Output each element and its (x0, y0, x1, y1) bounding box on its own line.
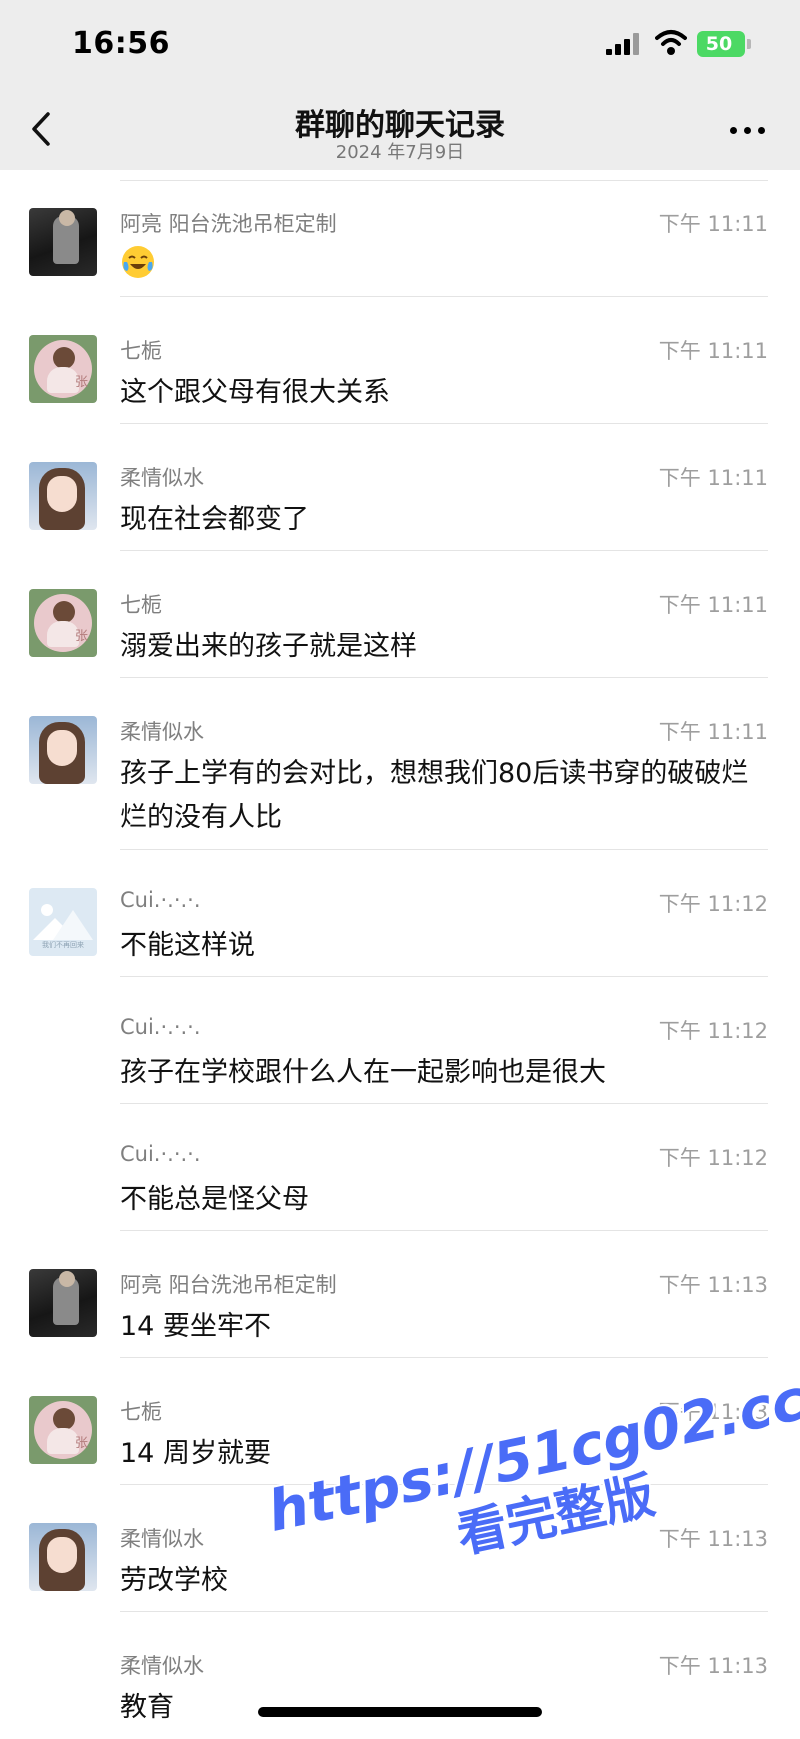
message-text: 溺爱出来的孩子就是这样 (120, 631, 417, 662)
sender-name: 七栀 (120, 593, 162, 617)
battery-indicator: 50 (697, 31, 745, 57)
sender-name: 柔情似水 (120, 1527, 204, 1551)
wifi-icon (655, 30, 687, 55)
message-row[interactable]: 我们不再回来 Cui.·.·.·. 下午 11:12 不能这样说 (0, 850, 800, 977)
message-row[interactable]: 阿亮 阳台洗池吊柜定制 下午 11:11 (0, 170, 800, 297)
avatar[interactable]: 我们不再回来 (29, 888, 97, 956)
avatar[interactable] (29, 1523, 97, 1591)
message-text: 孩子上学有的会对比，想想我们80后读书穿的破破烂烂的没有人比 (120, 758, 749, 833)
message-row[interactable]: 柔情似水 下午 11:11 孩子上学有的会对比，想想我们80后读书穿的破破烂烂的… (0, 678, 800, 850)
message-time: 下午 11:12 (658, 1019, 768, 1043)
sender-name: 柔情似水 (120, 720, 204, 744)
sender-name: Cui.·.·.·. (120, 1142, 201, 1166)
avatar-mark: 张 (75, 375, 89, 390)
status-bar: 16:56 50 (0, 0, 800, 90)
sender-name: Cui.·.·.·. (120, 1015, 201, 1039)
sender-name: 阿亮 阳台洗池吊柜定制 (120, 1273, 337, 1297)
message-text: 现在社会都变了 (120, 504, 309, 535)
sender-name: 柔情似水 (120, 466, 204, 490)
message-row[interactable]: 张 七栀 下午 11:11 溺爱出来的孩子就是这样 (0, 551, 800, 678)
avatar-mark: 张 (75, 1436, 89, 1451)
message-time: 下午 11:12 (658, 1146, 768, 1170)
sender-name: Cui.·.·.·. (120, 888, 201, 912)
message-row[interactable]: 柔情似水 下午 11:13 教育 (0, 1612, 800, 1739)
message-text: 14 要坐牢不 (120, 1311, 271, 1342)
avatar-caption: 我们不再回来 (42, 941, 84, 949)
message-text: 不能这样说 (120, 930, 255, 961)
message-time: 下午 11:11 (658, 212, 768, 236)
message-time: 下午 11:13 (658, 1273, 768, 1297)
avatar-mark: 张 (75, 629, 89, 644)
home-indicator[interactable] (258, 1707, 542, 1717)
message-row[interactable]: 阿亮 阳台洗池吊柜定制 下午 11:13 14 要坐牢不 (0, 1231, 800, 1358)
page-subtitle-date: 2024 年7月9日 (335, 142, 465, 163)
cellular-signal-icon (606, 33, 642, 55)
crying-laughing-emoji-icon (122, 246, 154, 278)
battery-cap (747, 39, 751, 49)
sender-name: 柔情似水 (120, 1654, 204, 1678)
message-time: 下午 11:12 (658, 892, 768, 916)
message-row[interactable]: Cui.·.·.·. 下午 11:12 不能总是怪父母 (0, 1104, 800, 1231)
sender-name: 七栀 (120, 339, 162, 363)
avatar[interactable] (29, 716, 97, 784)
message-text: 孩子在学校跟什么人在一起影响也是很大 (120, 1057, 606, 1088)
more-options-icon[interactable] (728, 124, 768, 136)
avatar[interactable] (29, 1269, 97, 1337)
message-text: 这个跟父母有很大关系 (120, 377, 390, 408)
status-time: 16:56 (72, 26, 170, 61)
message-row[interactable]: Cui.·.·.·. 下午 11:12 孩子在学校跟什么人在一起影响也是很大 (0, 977, 800, 1104)
message-time: 下午 11:11 (658, 339, 768, 363)
avatar[interactable] (29, 208, 97, 276)
avatar[interactable]: 张 (29, 1396, 97, 1464)
sender-name: 七栀 (120, 1400, 162, 1424)
message-time: 下午 11:13 (658, 1654, 768, 1678)
avatar[interactable]: 张 (29, 335, 97, 403)
navigation-bar: 群聊的聊天记录 2024 年7月9日 (0, 90, 800, 170)
message-text: 不能总是怪父母 (120, 1184, 309, 1215)
message-time: 下午 11:11 (658, 720, 768, 744)
message-time: 下午 11:11 (658, 466, 768, 490)
message-row[interactable]: 张 七栀 下午 11:11 这个跟父母有很大关系 (0, 297, 800, 424)
message-time: 下午 11:11 (658, 593, 768, 617)
message-time: 下午 11:13 (658, 1527, 768, 1551)
avatar[interactable]: 张 (29, 589, 97, 657)
avatar[interactable] (29, 462, 97, 530)
battery-level: 50 (705, 33, 733, 55)
sender-name: 阿亮 阳台洗池吊柜定制 (120, 212, 337, 236)
message-row[interactable]: 柔情似水 下午 11:11 现在社会都变了 (0, 424, 800, 551)
